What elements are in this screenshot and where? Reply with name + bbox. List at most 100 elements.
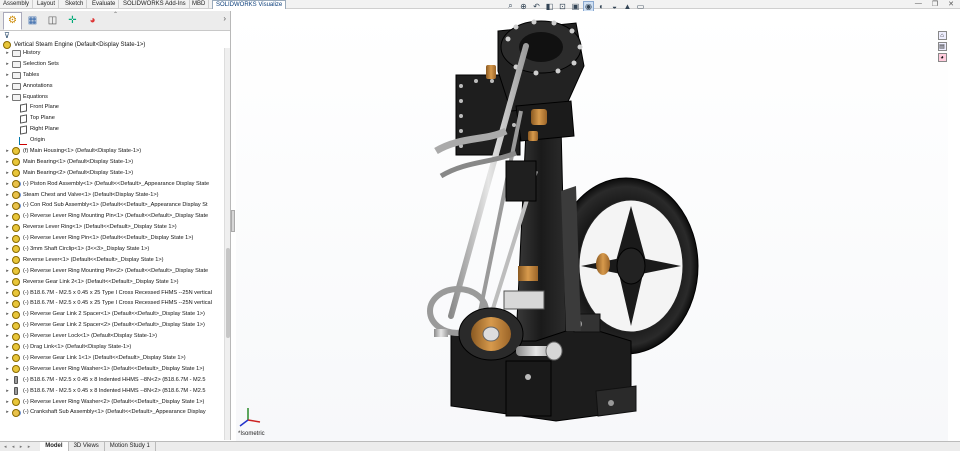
home-icon[interactable]: ⌂ bbox=[937, 31, 947, 40]
tree-item[interactable]: ▸ (-) B18.6.7M - M2.5 x 0.45 x 25 Type I … bbox=[0, 288, 225, 299]
tab-scroll-arrows-icon[interactable]: ◂ ◂ ▸ ▸ bbox=[4, 444, 32, 450]
apply-scene-icon[interactable]: ▲ bbox=[622, 1, 633, 12]
tree-item[interactable]: ▸ (-) Reverse Lever Lock<1> (Default<Disp… bbox=[0, 331, 225, 342]
expand-chevron-icon[interactable]: ▸ bbox=[4, 309, 11, 320]
tree-item[interactable]: ▸ Steam Chest and Valve<1> (Default<Displ… bbox=[0, 190, 225, 201]
tree-item[interactable]: ▸ Equations bbox=[0, 92, 225, 103]
view-settings-icon[interactable]: ▭ bbox=[635, 1, 646, 12]
expand-chevron-icon[interactable]: ▸ bbox=[4, 146, 11, 157]
scrollbar-thumb[interactable] bbox=[226, 248, 230, 338]
restore-icon[interactable]: ❐ bbox=[932, 0, 938, 8]
edit-appearance-icon[interactable]: ◒ bbox=[609, 1, 620, 12]
tab-solidworks-addins[interactable]: SOLIDWORKS Add-Ins bbox=[120, 0, 190, 9]
zoom-area-icon[interactable]: ⊕ bbox=[518, 1, 529, 12]
tree-item[interactable]: ▸ Tables bbox=[0, 70, 225, 81]
tree-item[interactable]: ▸ (-) Piston Rod Assembly<1> (Default<<De… bbox=[0, 179, 225, 190]
filter-icon[interactable]: ⊽ bbox=[0, 31, 230, 40]
tree-item[interactable]: ▸ (-) Crankshaft Sub Assembly<1> (Default… bbox=[0, 407, 225, 418]
dimxpert-manager-icon[interactable]: ✛ bbox=[63, 12, 82, 30]
tree-item[interactable]: ▸ (-) Reverse Lever Ring Pin<1> (Default<… bbox=[0, 233, 225, 244]
tree-item[interactable]: Top Plane bbox=[0, 113, 225, 124]
tree-item[interactable]: ▸ (-) B18.6.7M - M2.5 x 0.45 x 8 Indented… bbox=[0, 375, 225, 386]
property-manager-icon[interactable]: ▦ bbox=[23, 12, 42, 30]
expand-chevron-icon[interactable]: ▸ bbox=[4, 81, 11, 92]
minimize-icon[interactable]: — bbox=[915, 0, 922, 8]
expand-chevron-icon[interactable]: ▸ bbox=[4, 353, 11, 364]
tree-item[interactable]: ▸ Reverse Gear Link 2<1> (Default<<Defaul… bbox=[0, 277, 225, 288]
tree-item[interactable]: ▸ Main Bearing<1> (Default<Display State-… bbox=[0, 157, 225, 168]
section-view-icon[interactable]: ◧ bbox=[544, 1, 555, 12]
expand-chevron-icon[interactable]: ▸ bbox=[4, 266, 11, 277]
tab-assembly[interactable]: Assembly bbox=[0, 0, 34, 9]
design-library-icon[interactable]: ▤ bbox=[937, 42, 947, 51]
expand-chevron-icon[interactable]: ▸ bbox=[4, 190, 11, 201]
expand-chevron-icon[interactable]: ▸ bbox=[4, 211, 11, 222]
tree-item[interactable]: ▸ Reverse Lever<1> (Default<<Default>_Dis… bbox=[0, 255, 225, 266]
expand-chevron-icon[interactable]: ▸ bbox=[4, 320, 11, 331]
tree-item[interactable]: ▸ (-) 3mm Shaft Circlip<1> (3<<3>_Display… bbox=[0, 244, 225, 255]
display-manager-icon[interactable]: ◕ bbox=[83, 12, 102, 30]
tree-item[interactable]: ▸ Selection Sets bbox=[0, 59, 225, 70]
expand-chevron-icon[interactable]: ▸ bbox=[4, 342, 11, 353]
expand-chevron-icon[interactable]: ▸ bbox=[4, 397, 11, 408]
close-icon[interactable]: ✕ bbox=[948, 0, 954, 8]
tree-item[interactable]: ▸ (-) B18.6.7M - M2.5 x 0.45 x 8 Indented… bbox=[0, 386, 225, 397]
display-style-icon[interactable]: ◉ bbox=[583, 0, 594, 12]
tree-vertical-scrollbar[interactable] bbox=[224, 48, 230, 440]
expand-chevron-icon[interactable]: ▸ bbox=[4, 59, 11, 70]
tree-item[interactable]: ▸ (-) Con Rod Sub Assembly<1> (Default<<D… bbox=[0, 200, 225, 211]
previous-view-icon[interactable]: ↶ bbox=[531, 1, 542, 12]
expand-chevron-icon[interactable]: ▸ bbox=[4, 179, 11, 190]
tab-3d-views[interactable]: 3D Views bbox=[69, 442, 105, 451]
expand-chevron-icon[interactable]: ▸ bbox=[4, 331, 11, 342]
hide-show-items-icon[interactable]: ◐ bbox=[596, 1, 607, 12]
tree-item[interactable]: ▸ Reverse Lever Ring<1> (Default<<Default… bbox=[0, 222, 225, 233]
expand-chevron-icon[interactable]: ▸ bbox=[4, 364, 11, 375]
collapse-icon[interactable]: › bbox=[223, 14, 226, 23]
tree-item[interactable]: ▸ (-) Reverse Lever Ring Mounting Pin<1> … bbox=[0, 211, 225, 222]
expand-chevron-icon[interactable]: ▸ bbox=[4, 200, 11, 211]
tree-item[interactable]: Front Plane bbox=[0, 102, 225, 113]
expand-chevron-icon[interactable]: ▸ bbox=[4, 375, 11, 386]
expand-chevron-icon[interactable]: ▸ bbox=[4, 70, 11, 81]
tree-item[interactable]: ▸ (-) Reverse Lever Ring Washer<1> (Defau… bbox=[0, 364, 225, 375]
tree-item[interactable]: ▸ (-) Reverse Lever Ring Mounting Pin<2> … bbox=[0, 266, 225, 277]
tab-model[interactable]: Model bbox=[40, 442, 69, 451]
expand-chevron-icon[interactable]: ▸ bbox=[4, 407, 11, 418]
feature-manager-icon[interactable]: ⚙ bbox=[3, 11, 22, 30]
expand-chevron-icon[interactable]: ▸ bbox=[4, 168, 11, 179]
chevron-up-icon[interactable]: ⌃ bbox=[113, 11, 118, 18]
expand-chevron-icon[interactable]: ▸ bbox=[4, 244, 11, 255]
steam-engine-model[interactable] bbox=[236, 11, 948, 441]
tree-item[interactable]: ▸ (-) Reverse Gear Link 1<1> (Default<<De… bbox=[0, 353, 225, 364]
zoom-to-fit-icon[interactable]: ⌕ bbox=[505, 1, 516, 12]
dynamic-annotation-icon[interactable]: ⊡ bbox=[557, 1, 568, 12]
tree-item[interactable]: ▸ (-) B18.6.7M - M2.5 x 0.45 x 25 Type I … bbox=[0, 298, 225, 309]
expand-chevron-icon[interactable]: ▸ bbox=[4, 386, 11, 397]
expand-chevron-icon[interactable]: ▸ bbox=[4, 233, 11, 244]
tree-item[interactable]: ▸ Main Bearing<2> (Default<Display State-… bbox=[0, 168, 225, 179]
tree-item[interactable]: ▸ (-) Reverse Gear Link 2 Spacer<1> (Defa… bbox=[0, 309, 225, 320]
expand-chevron-icon[interactable]: ▸ bbox=[4, 288, 11, 299]
tab-evaluate[interactable]: Evaluate bbox=[89, 0, 120, 9]
panel-splitter-handle[interactable] bbox=[231, 210, 235, 232]
expand-chevron-icon[interactable]: ▸ bbox=[4, 48, 11, 59]
expand-chevron-icon[interactable]: ▸ bbox=[4, 222, 11, 233]
expand-chevron-icon[interactable]: ▸ bbox=[4, 298, 11, 309]
tab-sketch[interactable]: Sketch bbox=[62, 0, 88, 9]
tab-solidworks-visualize[interactable]: SOLIDWORKS Visualize bbox=[212, 0, 287, 9]
tab-mbd[interactable]: MBD bbox=[189, 0, 210, 9]
tree-item[interactable]: ▸ (-) Drag Link<1> (Default<Display State… bbox=[0, 342, 225, 353]
expand-chevron-icon[interactable]: ▸ bbox=[4, 277, 11, 288]
expand-chevron-icon[interactable]: ▸ bbox=[4, 92, 11, 103]
configuration-manager-icon[interactable]: ◫ bbox=[43, 12, 62, 30]
expand-chevron-icon[interactable]: ▸ bbox=[4, 157, 11, 168]
view-orientation-icon[interactable]: ▣ bbox=[570, 1, 581, 12]
graphics-area[interactable]: ⌂ ▤ ◕ bbox=[236, 11, 948, 441]
tree-item[interactable]: ▸ (f) Main Housing<1> (Default<Display St… bbox=[0, 146, 225, 157]
tree-item[interactable]: Right Plane bbox=[0, 124, 225, 135]
expand-chevron-icon[interactable]: ▸ bbox=[4, 255, 11, 266]
tree-item[interactable]: ▸ (-) Reverse Lever Ring Washer<2> (Defau… bbox=[0, 397, 225, 408]
appearances-icon[interactable]: ◕ bbox=[937, 53, 947, 62]
tree-item[interactable]: ▸ Annotations bbox=[0, 81, 225, 92]
